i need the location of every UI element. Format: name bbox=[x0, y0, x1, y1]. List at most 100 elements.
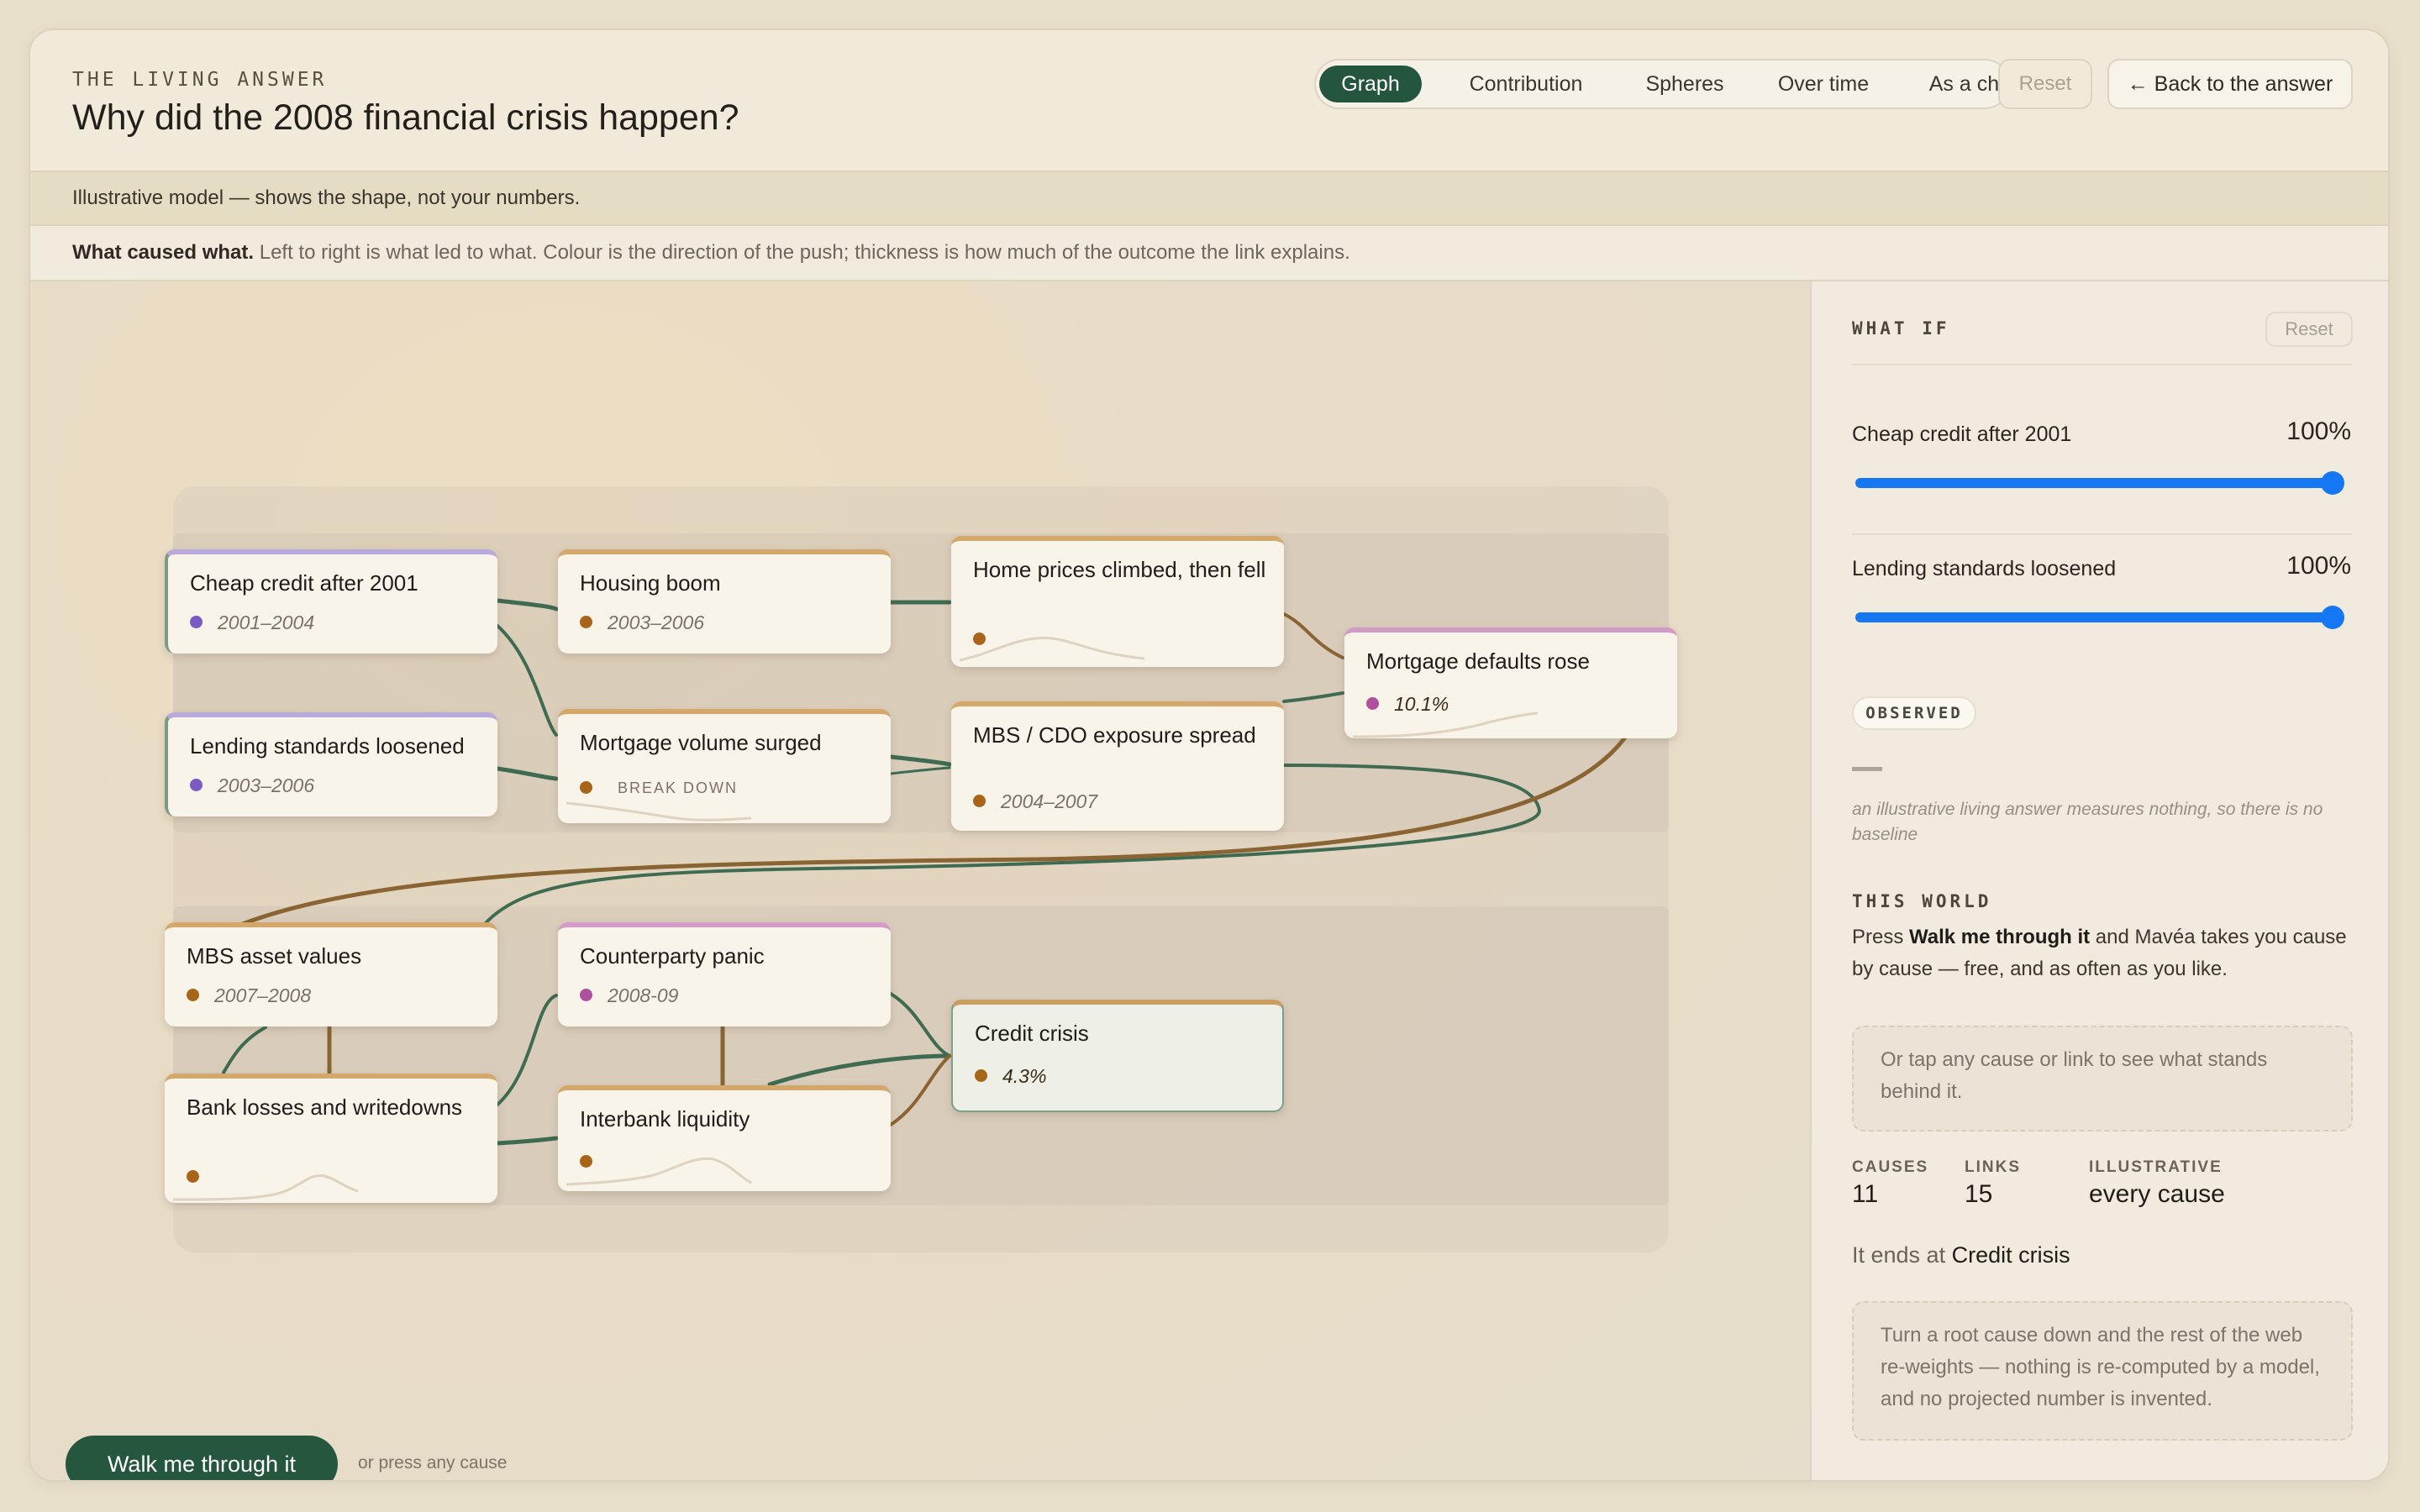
node-credit-crisis[interactable]: Credit crisis 4.3% bbox=[951, 1000, 1284, 1112]
graph-legend: What caused what. Left to right is what … bbox=[30, 226, 2388, 281]
reweight-note-box: Turn a root cause down and the rest of t… bbox=[1852, 1301, 2353, 1441]
stat-value-causes: 11 bbox=[1852, 1180, 1879, 1208]
node-mbs-cdo[interactable]: MBS / CDO exposure spread 2004–2007 bbox=[951, 701, 1284, 831]
stat-label-causes: CAUSES bbox=[1852, 1158, 1929, 1176]
ends-at-pre: It ends at bbox=[1852, 1242, 1946, 1268]
node-period: 2004–2007 bbox=[973, 790, 1097, 813]
stat-label-links: LINKS bbox=[1965, 1158, 2021, 1176]
node-interbank-liquidity[interactable]: Interbank liquidity bbox=[558, 1085, 891, 1191]
break-down-text: BREAK DOWN bbox=[618, 780, 739, 796]
node-period-text: 2003–2006 bbox=[218, 774, 315, 796]
walk-hint: or press any cause bbox=[358, 1453, 508, 1473]
node-cheap-credit[interactable]: Cheap credit after 2001 2001–2004 bbox=[165, 549, 497, 654]
sparkline bbox=[1353, 711, 1539, 738]
stat-value-illustrative: every cause bbox=[2089, 1180, 2225, 1208]
causal-links[interactable] bbox=[30, 281, 1810, 1482]
direction-dot bbox=[975, 1069, 987, 1083]
stat-label-illustrative: ILLUSTRATIVE bbox=[2089, 1158, 2223, 1176]
app-window: THE LIVING ANSWER Why did the 2008 finan… bbox=[29, 29, 2390, 1482]
view-tabs: Graph Contribution Spheres Over time As … bbox=[1314, 59, 2023, 109]
link-prices-defaults[interactable] bbox=[1282, 612, 1344, 659]
node-title: Credit crisis bbox=[975, 1021, 1089, 1046]
node-period-text: 2004–2007 bbox=[1001, 790, 1098, 812]
link-interbank-crisis[interactable] bbox=[767, 1053, 952, 1087]
link-cheap-credit-volume[interactable] bbox=[496, 624, 558, 737]
node-title: Counterparty panic bbox=[580, 943, 765, 969]
node-period: 2008-09 bbox=[580, 984, 678, 1007]
tap-hint-box: Or tap any cause or link to see what sta… bbox=[1852, 1026, 2353, 1131]
node-counterparty-panic[interactable]: Counterparty panic 2008-09 bbox=[558, 922, 891, 1026]
slider-thumb-lending[interactable] bbox=[2321, 606, 2344, 629]
slider-label-lending: Lending standards loosened bbox=[1852, 557, 2117, 580]
observed-note: an illustrative living answer measures n… bbox=[1852, 800, 2323, 844]
direction-dot bbox=[973, 795, 986, 808]
node-period: 2003–2006 bbox=[580, 612, 704, 634]
what-if-reset-button[interactable]: Reset bbox=[2265, 312, 2353, 347]
stat-value-links: 15 bbox=[1965, 1180, 1993, 1208]
header: THE LIVING ANSWER Why did the 2008 finan… bbox=[30, 30, 2388, 171]
direction-dot bbox=[580, 989, 592, 1002]
sparkline bbox=[173, 1174, 359, 1201]
node-title: MBS / CDO exposure spread bbox=[973, 722, 1256, 748]
node-title: Mortgage volume surged bbox=[580, 730, 822, 755]
slider-value-cheap-credit: 100% bbox=[2286, 417, 2351, 445]
direction-dot bbox=[580, 780, 592, 794]
back-to-answer-button[interactable]: ← Back to the answer bbox=[2107, 59, 2353, 109]
tab-contribution[interactable]: Contribution bbox=[1434, 66, 1618, 102]
node-housing-boom[interactable]: Housing boom 2003–2006 bbox=[558, 549, 891, 654]
page-title: Why did the 2008 financial crisis happen… bbox=[72, 97, 739, 138]
node-title: Interbank liquidity bbox=[580, 1106, 750, 1131]
divider bbox=[1852, 533, 2353, 535]
node-mortgage-defaults[interactable]: Mortgage defaults rose 10.1% bbox=[1344, 627, 1677, 738]
slider-cheap-credit[interactable] bbox=[1855, 478, 2343, 488]
legend-text: Left to right is what led to what. Colou… bbox=[259, 241, 1350, 264]
observed-badge: OBSERVED bbox=[1852, 696, 1976, 730]
ends-at-node[interactable]: Credit crisis bbox=[1952, 1242, 2070, 1268]
tab-spheres[interactable]: Spheres bbox=[1622, 66, 1748, 102]
slider-thumb-cheap-credit[interactable] bbox=[2321, 471, 2344, 495]
slider-label-cheap-credit: Cheap credit after 2001 bbox=[1852, 423, 2072, 446]
link-losses-counterparty[interactable] bbox=[496, 994, 558, 1106]
ends-at: It ends at Credit crisis bbox=[1852, 1242, 2070, 1268]
node-value-text: 4.3% bbox=[1002, 1065, 1047, 1087]
node-title: Mortgage defaults rose bbox=[1366, 648, 1590, 674]
node-period: 2003–2006 bbox=[190, 774, 314, 797]
link-volume-mbs-2[interactable] bbox=[889, 766, 951, 775]
link-losses-interbank[interactable] bbox=[495, 1136, 559, 1146]
node-lending-standards[interactable]: Lending standards loosened 2003–2006 bbox=[165, 712, 497, 816]
node-period-text: 2008-09 bbox=[608, 984, 679, 1006]
node-mortgage-volume[interactable]: Mortgage volume surged BREAK DOWN bbox=[558, 709, 891, 823]
link-values-losses-2[interactable] bbox=[222, 1026, 267, 1074]
link-interbank-crisis-2[interactable] bbox=[889, 1054, 951, 1126]
app-eyebrow: THE LIVING ANSWER bbox=[72, 69, 328, 91]
node-title: Lending standards loosened bbox=[190, 733, 465, 759]
graph-canvas: Cheap credit after 2001 2001–2004 Housin… bbox=[30, 281, 1810, 1482]
node-bank-losses[interactable]: Bank losses and writedowns bbox=[165, 1074, 497, 1203]
link-volume-mbs[interactable] bbox=[888, 754, 952, 767]
sparkline bbox=[566, 1157, 752, 1186]
tab-over-time[interactable]: Over time bbox=[1751, 66, 1896, 102]
node-title: Housing boom bbox=[580, 570, 721, 596]
node-title: Cheap credit after 2001 bbox=[190, 570, 418, 596]
divider bbox=[1852, 364, 2353, 365]
link-counterparty-crisis[interactable] bbox=[889, 992, 951, 1058]
link-cheap-credit-housing[interactable] bbox=[495, 598, 559, 612]
this-world-label: THIS WORLD bbox=[1852, 891, 1992, 911]
what-if-label: WHAT IF bbox=[1852, 318, 1950, 339]
slider-lending[interactable] bbox=[1855, 612, 2343, 622]
direction-dot bbox=[187, 989, 199, 1002]
link-lending-volume[interactable] bbox=[495, 766, 559, 781]
node-title: Bank losses and writedowns bbox=[187, 1095, 463, 1120]
reset-button[interactable]: Reset bbox=[1998, 59, 2092, 109]
node-title: MBS asset values bbox=[187, 943, 362, 969]
this-world-text: Press Walk me through it and Mavéa takes… bbox=[1852, 921, 2353, 985]
node-value: 4.3% bbox=[975, 1065, 1046, 1088]
node-mbs-asset-values[interactable]: MBS asset values 2007–2008 bbox=[165, 922, 497, 1026]
node-title: Home prices climbed, then fell bbox=[973, 557, 1266, 582]
tab-graph[interactable]: Graph bbox=[1319, 66, 1422, 102]
walk-me-through-button[interactable]: Walk me through it bbox=[66, 1436, 338, 1480]
node-home-prices[interactable]: Home prices climbed, then fell bbox=[951, 536, 1284, 667]
link-mbs-defaults[interactable] bbox=[1282, 691, 1344, 703]
node-period: 2001–2004 bbox=[190, 612, 314, 634]
sparkline bbox=[960, 637, 1145, 662]
